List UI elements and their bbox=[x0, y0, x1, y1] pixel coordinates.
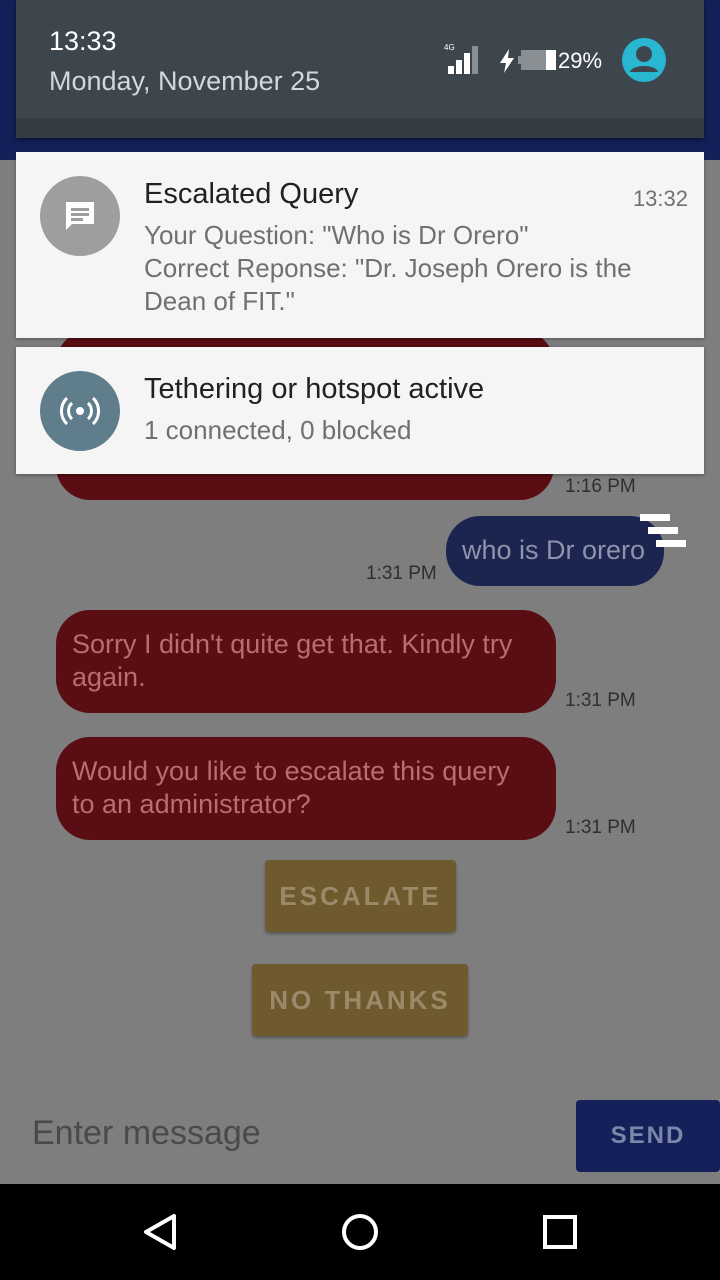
status-date[interactable]: Monday, November 25 bbox=[49, 66, 320, 97]
account-icon[interactable] bbox=[622, 38, 666, 82]
drag-handle-icon[interactable] bbox=[638, 514, 688, 550]
message-text: who is Dr orero bbox=[462, 535, 646, 565]
message-time: 1:31 PM bbox=[565, 690, 636, 711]
notification-text: Your Question: "Who is Dr Orero" bbox=[144, 220, 529, 250]
chat-message-user: who is Dr orero bbox=[446, 516, 664, 586]
back-icon[interactable] bbox=[136, 1208, 184, 1256]
battery-icon bbox=[518, 50, 556, 70]
message-line: Sorry I didn't quite get that. Kindly tr… bbox=[72, 629, 513, 659]
message-input[interactable]: Enter message bbox=[32, 1114, 261, 1153]
message-line: Would you like to escalate this query bbox=[72, 756, 510, 786]
notification-time: 13:32 bbox=[632, 186, 688, 211]
no-thanks-button[interactable]: NO THANKS bbox=[252, 964, 468, 1036]
network-type-label: 4G bbox=[444, 43, 455, 52]
send-button[interactable]: SEND bbox=[576, 1100, 720, 1172]
status-clock: 13:33 bbox=[49, 26, 117, 56]
hotspot-icon bbox=[40, 371, 120, 451]
home-icon[interactable] bbox=[336, 1208, 384, 1256]
battery-percent: 29% bbox=[558, 48, 603, 73]
signal-icon: 4G bbox=[444, 43, 478, 74]
notification-title: Escalated Query bbox=[144, 178, 359, 210]
notification-hotspot[interactable]: Tethering or hotspot active 1 connected,… bbox=[16, 347, 704, 474]
charging-icon bbox=[500, 49, 514, 73]
notification-text: Dean of FIT." bbox=[144, 286, 295, 316]
chat-message-bot: Sorry I didn't quite get that. Kindly tr… bbox=[56, 610, 556, 713]
notification-escalated-query[interactable]: Escalated Query 13:32 Your Question: "Wh… bbox=[16, 152, 704, 338]
message-line: again. bbox=[72, 662, 146, 692]
notification-title: Tethering or hotspot active bbox=[144, 373, 485, 405]
recents-icon[interactable] bbox=[536, 1208, 584, 1256]
notification-text: Correct Reponse: "Dr. Joseph Orero is th… bbox=[144, 253, 632, 283]
escalate-button[interactable]: ESCALATE bbox=[265, 860, 456, 932]
message-time: 1:16 PM bbox=[565, 476, 636, 497]
notification-text: 1 connected, 0 blocked bbox=[144, 415, 412, 445]
message-time: 1:31 PM bbox=[366, 563, 437, 584]
chat-message-bot: Would you like to escalate this query to… bbox=[56, 737, 556, 840]
message-icon bbox=[40, 176, 120, 256]
message-line: to an administrator? bbox=[72, 789, 311, 819]
quick-settings-divider bbox=[16, 118, 704, 138]
message-time: 1:31 PM bbox=[565, 817, 636, 838]
